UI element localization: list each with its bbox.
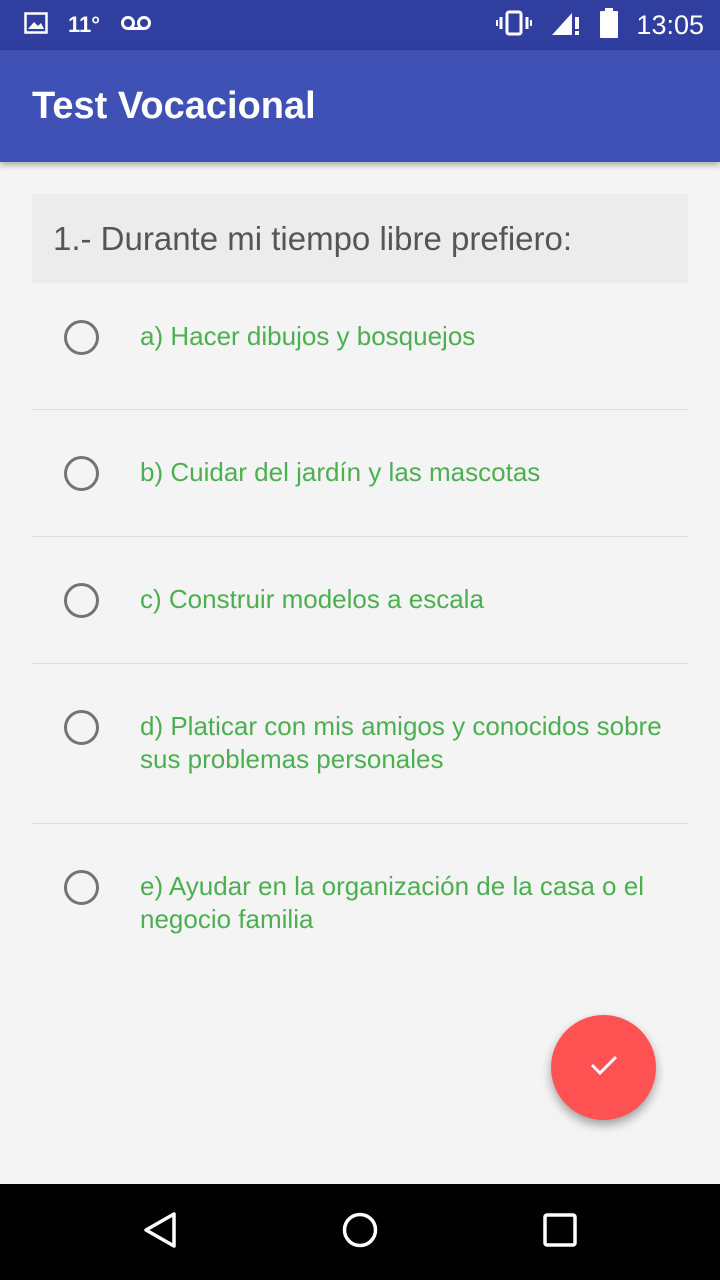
option-d[interactable]: d) Platicar con mis amigos y conocidos s… bbox=[32, 664, 688, 824]
option-b[interactable]: b) Cuidar del jardín y las mascotas bbox=[32, 410, 688, 537]
signal-icon bbox=[550, 9, 582, 42]
back-button[interactable] bbox=[140, 1211, 180, 1254]
navigation-bar bbox=[0, 1184, 720, 1280]
radio-button-d[interactable] bbox=[64, 710, 99, 745]
status-bar: 11° 13:05 bbox=[0, 0, 720, 50]
question-text: 1.- Durante mi tiempo libre prefiero: bbox=[32, 194, 688, 283]
submit-fab-button[interactable] bbox=[551, 1015, 656, 1120]
option-label-c: c) Construir modelos a escala bbox=[140, 584, 484, 614]
recents-icon bbox=[542, 1212, 578, 1253]
clock-text: 13:05 bbox=[636, 9, 704, 40]
voicemail-icon bbox=[120, 15, 152, 36]
check-icon bbox=[589, 1053, 619, 1082]
radio-button-b[interactable] bbox=[64, 456, 99, 491]
radio-button-a[interactable] bbox=[64, 320, 99, 355]
option-label-a: a) Hacer dibujos y bosquejos bbox=[140, 321, 476, 351]
app-title: Test Vocacional bbox=[32, 85, 316, 127]
vibrate-icon bbox=[496, 9, 533, 42]
back-icon bbox=[142, 1211, 178, 1254]
option-label-d: d) Platicar con mis amigos y conocidos s… bbox=[140, 711, 662, 774]
battery-icon bbox=[600, 7, 619, 43]
question-card: 1.- Durante mi tiempo libre prefiero: a)… bbox=[32, 194, 688, 983]
option-a[interactable]: a) Hacer dibujos y bosquejos bbox=[32, 283, 688, 410]
image-icon bbox=[24, 11, 48, 39]
option-label-e: e) Ayudar en la organización de la casa … bbox=[140, 871, 644, 934]
radio-button-c[interactable] bbox=[64, 583, 99, 618]
home-button[interactable] bbox=[340, 1212, 380, 1252]
temperature-text: 11° bbox=[68, 12, 101, 37]
option-e[interactable]: e) Ayudar en la organización de la casa … bbox=[32, 824, 688, 983]
recents-button[interactable] bbox=[540, 1212, 580, 1252]
option-c[interactable]: c) Construir modelos a escala bbox=[32, 537, 688, 664]
radio-button-e[interactable] bbox=[64, 870, 99, 905]
option-label-b: b) Cuidar del jardín y las mascotas bbox=[140, 457, 541, 487]
app-bar: Test Vocacional bbox=[0, 50, 720, 162]
home-icon bbox=[341, 1211, 379, 1254]
